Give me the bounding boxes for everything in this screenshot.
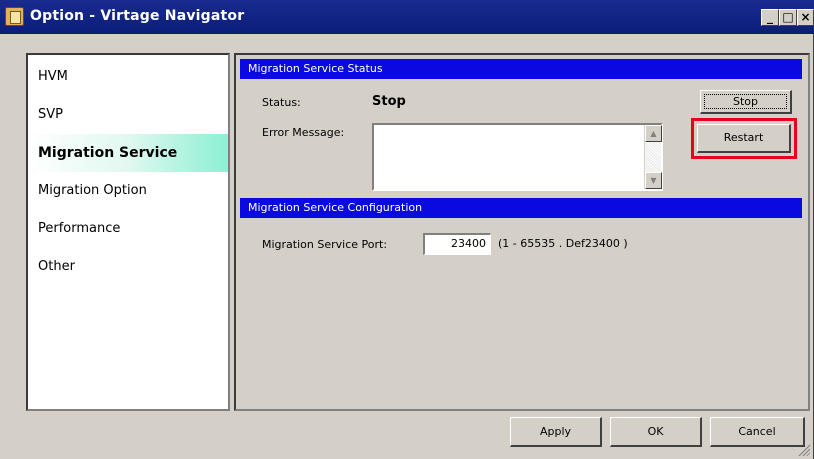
focus-indicator (704, 94, 787, 109)
scroll-up-icon[interactable]: ▲ (645, 125, 662, 142)
sidebar-item-migration-option[interactable]: Migration Option (28, 172, 228, 210)
options-sidebar: HVM SVP Migration Service Migration Opti… (26, 53, 230, 411)
maximize-button[interactable]: □ (779, 9, 797, 26)
status-value: Stop (372, 94, 406, 109)
port-hint: (1 - 65535 . Def23400 ) (498, 237, 628, 250)
resize-grip-icon[interactable] (797, 443, 810, 456)
window-title: Option - Virtage Navigator (30, 8, 245, 24)
option-dialog: Option - Virtage Navigator _ □ × HVM SVP… (0, 0, 814, 459)
ok-button[interactable]: OK (610, 417, 702, 447)
title-bar[interactable]: Option - Virtage Navigator _ □ × (0, 0, 814, 34)
app-icon (5, 7, 24, 26)
error-message-label: Error Message: (262, 126, 345, 139)
status-label: Status: (262, 96, 301, 109)
stop-button[interactable]: Stop (700, 90, 792, 114)
scroll-down-icon[interactable]: ▼ (645, 172, 662, 189)
config-section-header: Migration Service Configuration (240, 198, 802, 218)
minimize-button[interactable]: _ (761, 9, 779, 26)
sidebar-item-migration-service[interactable]: Migration Service (28, 134, 228, 172)
status-section-header: Migration Service Status (240, 59, 802, 79)
error-scrollbar[interactable]: ▲ ▼ (644, 125, 662, 189)
apply-button[interactable]: Apply (510, 417, 602, 447)
sidebar-item-other[interactable]: Other (28, 248, 228, 286)
cancel-button[interactable]: Cancel (710, 417, 805, 447)
port-label: Migration Service Port: (262, 238, 388, 251)
sidebar-item-hvm[interactable]: HVM (28, 58, 228, 96)
error-message-field[interactable]: ▲ ▼ (372, 123, 663, 191)
port-input[interactable]: 23400 (423, 233, 491, 255)
settings-panel: Migration Service Status Status: Stop Er… (234, 53, 810, 411)
restart-highlight-box (691, 118, 797, 159)
sidebar-item-svp[interactable]: SVP (28, 96, 228, 134)
close-button[interactable]: × (797, 9, 814, 26)
sidebar-item-performance[interactable]: Performance (28, 210, 228, 248)
